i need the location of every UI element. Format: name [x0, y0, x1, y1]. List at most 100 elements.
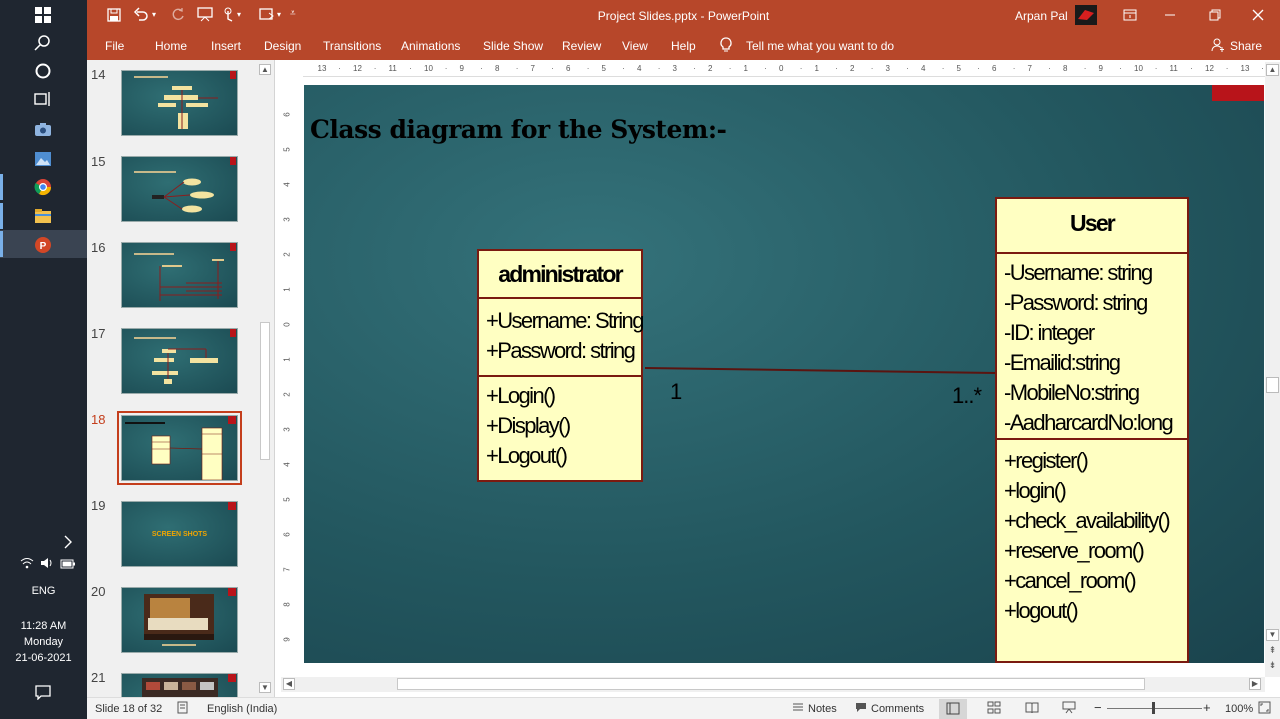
chevron-right-icon[interactable]: [58, 531, 78, 553]
chrome-icon[interactable]: [30, 176, 56, 198]
tell-me-search[interactable]: Tell me what you want to do: [746, 39, 894, 53]
slide-thumbnail-20[interactable]: [121, 587, 238, 653]
file-explorer-icon[interactable]: [30, 205, 56, 227]
slide-thumbnail-15[interactable]: [121, 156, 238, 222]
scroll-right-icon[interactable]: ▶: [1249, 678, 1261, 690]
slide-thumbnail-17[interactable]: [121, 328, 238, 394]
ruler-tick-label: 2: [708, 64, 713, 73]
tab-review[interactable]: Review: [562, 39, 601, 53]
tab-home[interactable]: Home: [155, 39, 187, 53]
zoom-out-icon[interactable]: −: [1094, 700, 1102, 715]
share-button[interactable]: Share: [1230, 39, 1262, 53]
scroll-up-icon[interactable]: ▲: [259, 64, 271, 75]
comments-button[interactable]: Comments: [871, 703, 924, 715]
battery-icon[interactable]: [60, 556, 76, 574]
attribute: -Emailid:string: [1004, 350, 1121, 375]
normal-view-icon[interactable]: [939, 699, 967, 719]
windows-start-icon[interactable]: [30, 4, 56, 26]
tab-design[interactable]: Design: [264, 39, 301, 53]
previous-slide-icon[interactable]: ⇞: [1266, 645, 1279, 658]
scroll-down-icon[interactable]: ▼: [259, 682, 271, 693]
accessibility-icon[interactable]: [177, 701, 190, 717]
restore-icon[interactable]: [1209, 8, 1221, 26]
powerpoint-icon[interactable]: P: [30, 234, 56, 256]
slide-vertical-scrollbar[interactable]: ▲ ▼ ⇞ ⇟: [1265, 62, 1280, 677]
comments-icon[interactable]: [855, 702, 867, 716]
notes-icon[interactable]: [792, 702, 804, 716]
clock-time[interactable]: 11:28 AM: [0, 620, 87, 632]
tab-transitions[interactable]: Transitions: [323, 39, 381, 53]
window-title: Project Slides.pptx - PowerPoint: [597, 9, 770, 23]
slide-thumbnail-16[interactable]: [121, 242, 238, 308]
wifi-icon[interactable]: [20, 556, 34, 574]
cortana-icon[interactable]: [30, 60, 56, 82]
tab-file[interactable]: File: [105, 39, 124, 53]
thumbnail-scroll-thumb[interactable]: [260, 322, 270, 460]
ruler-tick-dot: ·: [586, 64, 590, 73]
next-slide-icon[interactable]: ⇟: [1266, 660, 1279, 673]
notification-icon[interactable]: [30, 681, 56, 703]
zoom-slider-thumb[interactable]: [1152, 702, 1155, 714]
ruler-tick-label: 1: [743, 64, 748, 73]
ruler-tick-label: 9: [1098, 64, 1103, 73]
slide-canvas[interactable]: Class diagram for the System:- 1 1..* ad…: [304, 85, 1264, 663]
class-administrator[interactable]: administrator +Username: String +Passwor…: [477, 249, 644, 482]
class-user[interactable]: User -Username: string -Password: string…: [995, 197, 1189, 663]
user-avatar[interactable]: [1075, 5, 1097, 25]
photos-icon[interactable]: [30, 148, 56, 170]
lightbulb-icon[interactable]: [719, 37, 733, 56]
ruler-tick-label: 13: [1240, 64, 1250, 73]
scroll-up-icon[interactable]: ▲: [1266, 64, 1279, 76]
slide-thumbnail-18[interactable]: [121, 415, 238, 481]
ruler-tick-label: 7: [282, 567, 292, 572]
ribbon-display-options-icon[interactable]: [1123, 8, 1137, 26]
fit-to-window-icon[interactable]: [1258, 701, 1271, 717]
ruler-tick-label: 4: [921, 64, 926, 73]
slide-scroll-thumb[interactable]: [1266, 377, 1279, 393]
thumbnail-scrollbar[interactable]: ▲ ▼: [258, 62, 272, 694]
slide-thumbnail-19[interactable]: SCREEN SHOTS: [121, 501, 238, 567]
scroll-down-icon[interactable]: ▼: [1266, 629, 1279, 641]
ruler-tick-label: 3: [282, 427, 292, 432]
share-icon[interactable]: [1211, 38, 1225, 55]
multiplicity-admin[interactable]: 1: [670, 379, 682, 405]
user-name[interactable]: Arpan Pal: [1015, 9, 1068, 23]
notes-button[interactable]: Notes: [808, 703, 837, 715]
minimize-icon[interactable]: [1164, 8, 1176, 26]
camera-icon[interactable]: [30, 118, 56, 140]
language-status[interactable]: English (India): [207, 703, 277, 715]
tab-animations[interactable]: Animations: [401, 39, 460, 53]
ruler-tick-label: 4: [282, 462, 292, 467]
method: +Display(): [486, 413, 571, 438]
ruler-tick-label: 3: [282, 217, 292, 222]
multiplicity-user[interactable]: 1..*: [952, 383, 982, 409]
reading-view-icon[interactable]: [1025, 701, 1039, 717]
ruler-tick-label: 6: [282, 112, 292, 117]
ruler-tick-dot: ·: [1083, 64, 1087, 73]
method: +register(): [1004, 448, 1089, 473]
slide-thumbnail-14[interactable]: [121, 70, 238, 136]
task-view-icon[interactable]: [30, 88, 56, 110]
tab-slide-show[interactable]: Slide Show: [483, 39, 543, 53]
tab-view[interactable]: View: [622, 39, 648, 53]
language-indicator[interactable]: ENG: [0, 585, 87, 597]
ruler-tick-dot: ·: [480, 64, 483, 73]
zoom-in-icon[interactable]: +: [1203, 700, 1211, 715]
search-icon[interactable]: [30, 32, 56, 54]
slide-thumbnail-21[interactable]: [121, 673, 238, 697]
tab-help[interactable]: Help: [671, 39, 696, 53]
close-icon[interactable]: [1252, 8, 1264, 26]
thumb-number: 17: [91, 326, 106, 341]
ruler-tick-dot: ·: [764, 64, 767, 73]
ruler-tick-label: 10: [1134, 64, 1143, 73]
slide-horizontal-scrollbar[interactable]: ◀ ▶: [281, 677, 1265, 692]
zoom-level[interactable]: 100%: [1225, 703, 1253, 715]
scroll-left-icon[interactable]: ◀: [283, 678, 295, 690]
tab-insert[interactable]: Insert: [211, 39, 241, 53]
volume-icon[interactable]: [40, 556, 54, 574]
clock-date: 21-06-2021: [15, 652, 72, 664]
thumb-number: 20: [91, 584, 106, 599]
slide-show-icon[interactable]: [1062, 701, 1076, 717]
slide-sorter-icon[interactable]: [987, 701, 1001, 717]
horizontal-scroll-thumb[interactable]: [397, 678, 1145, 690]
